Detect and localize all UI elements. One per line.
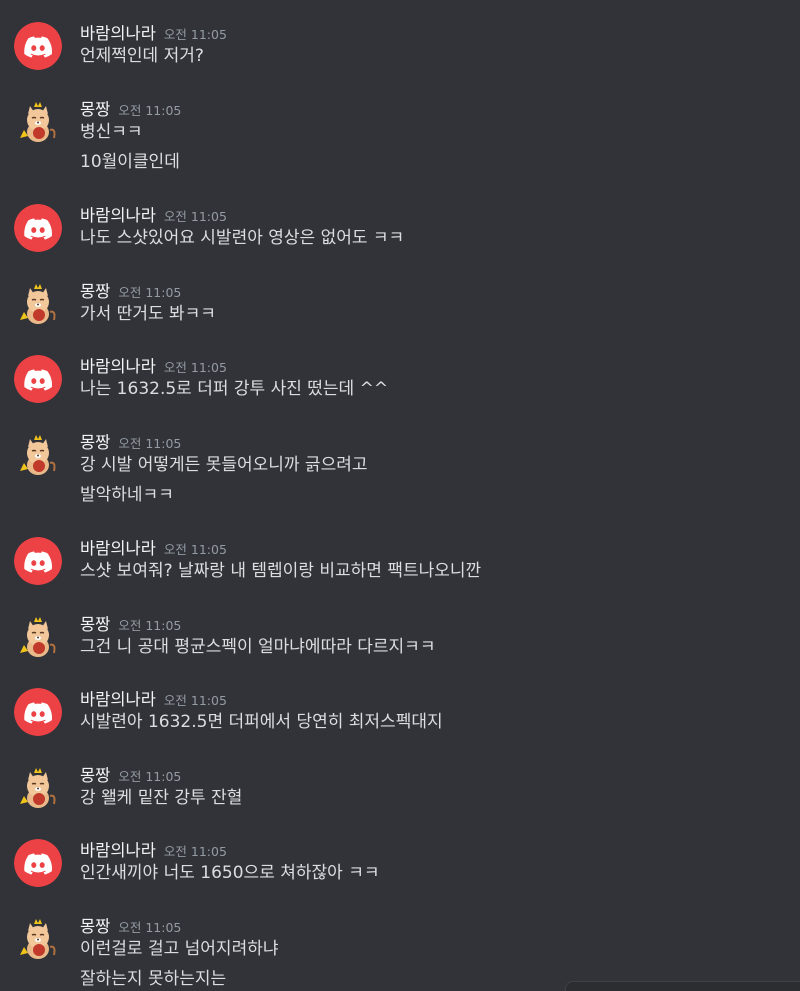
message-text: 이런걸로 걸고 넘어지려하냐 [80, 939, 279, 959]
message-text: 가서 딴거도 봐ㅋㅋ [80, 304, 216, 324]
message-text: 시발련아 1632.5면 더퍼에서 당연히 최저스펙대지 [80, 712, 443, 732]
message-header: 몽짱 오전 11:05 [80, 429, 181, 453]
message-header: 몽짱 오전 11:05 [80, 913, 181, 937]
message-text: 강 시발 어떻게든 못들어오니까 긁으려고 [80, 455, 368, 475]
message-header: 바람의나라 오전 11:05 [80, 686, 227, 710]
message-header: 몽짱 오전 11:05 [80, 611, 181, 635]
discord-logo-icon[interactable] [14, 839, 62, 887]
timestamp: 오전 11:05 [118, 103, 182, 118]
cartoon-cat-avatar-icon[interactable] [14, 431, 62, 479]
timestamp: 오전 11:05 [163, 360, 227, 375]
username[interactable]: 몽짱 [80, 100, 110, 119]
message-text: 스샷 보여줘? 날짜랑 내 템렙이랑 비교하면 팩트나오니깐 [80, 561, 482, 581]
chat-message-list: 바람의나라 오전 11:05 언제쩍인데 저거? 몽짱 오전 11:05 병신ㅋ… [0, 0, 800, 991]
discord-logo-icon[interactable] [14, 537, 62, 585]
username[interactable]: 몽짱 [80, 766, 110, 785]
message-text: 10월이클인데 [80, 152, 180, 172]
message-header: 바람의나라 오전 11:05 [80, 535, 227, 559]
message-header: 바람의나라 오전 11:05 [80, 837, 227, 861]
message-header: 몽짱 오전 11:05 [80, 278, 181, 302]
timestamp: 오전 11:05 [118, 618, 182, 633]
timestamp: 오전 11:05 [118, 920, 182, 935]
username[interactable]: 바람의나라 [80, 539, 156, 558]
timestamp: 오전 11:05 [118, 769, 182, 784]
jump-to-present-bar[interactable] [565, 981, 800, 991]
discord-logo-icon[interactable] [14, 204, 62, 252]
message-text: 강 왤케 밑잔 강투 잔혈 [80, 788, 243, 808]
username[interactable]: 몽짱 [80, 282, 110, 301]
message-text: 나는 1632.5로 더퍼 강투 사진 떴는데 ^^ [80, 379, 389, 399]
message-text: 발악하네ㅋㅋ [80, 485, 174, 505]
message-header: 바람의나라 오전 11:05 [80, 202, 227, 226]
cartoon-cat-avatar-icon[interactable] [14, 764, 62, 812]
cartoon-cat-avatar-icon[interactable] [14, 98, 62, 146]
message-header: 바람의나라 오전 11:05 [80, 20, 227, 44]
username[interactable]: 바람의나라 [80, 206, 156, 225]
username[interactable]: 몽짱 [80, 433, 110, 452]
message-text: 그건 니 공대 평균스펙이 얼마냐에따라 다르지ㅋㅋ [80, 637, 436, 657]
discord-logo-icon[interactable] [14, 22, 62, 70]
username[interactable]: 바람의나라 [80, 24, 156, 43]
cartoon-cat-avatar-icon[interactable] [14, 613, 62, 661]
timestamp: 오전 11:05 [163, 542, 227, 557]
discord-logo-icon[interactable] [14, 688, 62, 736]
message-text: 나도 스샷있어요 시발련아 영상은 없어도 ㅋㅋ [80, 228, 405, 248]
timestamp: 오전 11:05 [163, 844, 227, 859]
message-header: 몽짱 오전 11:05 [80, 96, 181, 120]
discord-logo-icon[interactable] [14, 355, 62, 403]
username[interactable]: 바람의나라 [80, 357, 156, 376]
cartoon-cat-avatar-icon[interactable] [14, 280, 62, 328]
username[interactable]: 바람의나라 [80, 841, 156, 860]
message-text: 언제쩍인데 저거? [80, 46, 204, 66]
timestamp: 오전 11:05 [118, 436, 182, 451]
message-text: 인간새끼야 너도 1650으로 쳐하잖아 ㅋㅋ [80, 863, 380, 883]
username[interactable]: 몽짱 [80, 917, 110, 936]
cartoon-cat-avatar-icon[interactable] [14, 915, 62, 963]
message-text: 잘하는지 못하는지는 [80, 969, 227, 989]
message-text: 병신ㅋㅋ [80, 122, 143, 142]
message-header: 바람의나라 오전 11:05 [80, 353, 227, 377]
message-header: 몽짱 오전 11:05 [80, 762, 181, 786]
timestamp: 오전 11:05 [163, 209, 227, 224]
timestamp: 오전 11:05 [163, 27, 227, 42]
timestamp: 오전 11:05 [163, 693, 227, 708]
username[interactable]: 몽짱 [80, 615, 110, 634]
timestamp: 오전 11:05 [118, 285, 182, 300]
username[interactable]: 바람의나라 [80, 690, 156, 709]
